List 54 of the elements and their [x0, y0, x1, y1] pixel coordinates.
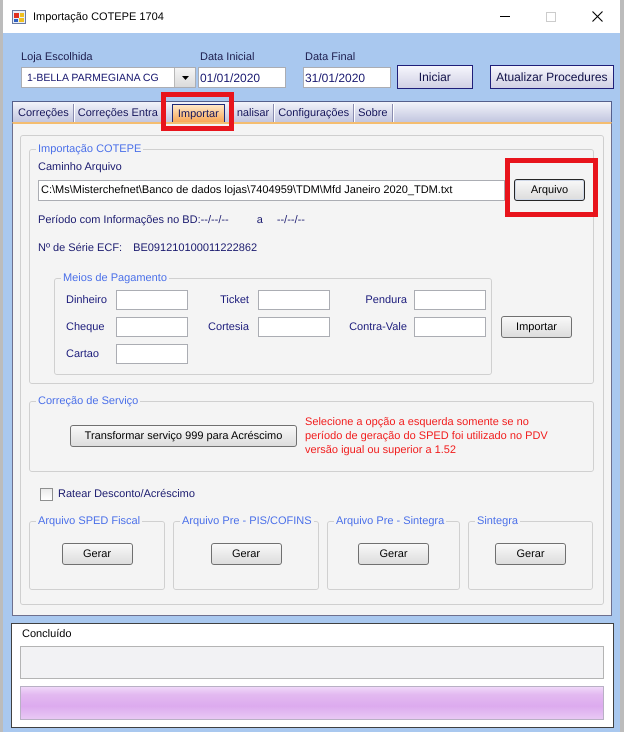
group-title: Arquivo Pre - PIS/COFINS — [181, 515, 313, 528]
period-label: Período com Informações no BD:--/--/-- — [38, 214, 229, 227]
store-dropdown[interactable]: 1-BELLA PARMEGIANA CG — [21, 67, 196, 88]
field-label: Ticket — [219, 294, 250, 306]
import-button[interactable]: Importar — [501, 316, 572, 338]
field-label: Data Inicial — [199, 50, 256, 64]
group-title: Arquivo SPED Fiscal — [37, 515, 142, 528]
amount-field[interactable] — [116, 317, 188, 337]
group-title: Meios de Pagamento — [62, 272, 168, 285]
amount-field[interactable] — [258, 290, 330, 310]
app-icon — [12, 10, 26, 24]
browse-file-button[interactable]: Arquivo — [514, 179, 585, 201]
group-title: Importação COTEPE — [37, 143, 142, 156]
amount-field[interactable] — [116, 290, 188, 310]
field-label: Pendura — [364, 294, 408, 306]
field-label: Caminho Arquivo — [38, 161, 122, 174]
field-label: Dinheiro — [66, 294, 108, 306]
amount-field[interactable] — [116, 344, 188, 364]
field-label: Loja Escolhida — [21, 50, 94, 64]
serial-label: Nº de Série ECF: — [38, 242, 122, 255]
window-title: Importação COTEPE 1704 — [33, 10, 164, 22]
warning-note: Selecione a opção a esquerda somente se no período de geração do SPED foi utilizado no PDV versão igual ou superior a 1.52 — [305, 415, 548, 457]
update-procedures-button[interactable]: Atualizar Procedures — [490, 65, 614, 89]
group-title: Arquivo Pre - Sintegra — [335, 515, 446, 528]
generate-button[interactable]: Gerar — [358, 543, 429, 565]
checkbox[interactable] — [40, 488, 53, 501]
period-end-value: --/--/-- — [276, 214, 305, 227]
status-label: Concluído — [22, 628, 72, 641]
serial-value: BE091210100011222862 — [133, 242, 258, 255]
amount-field[interactable] — [414, 290, 486, 310]
generate-button[interactable]: Gerar — [210, 543, 282, 565]
field-label: Data Final — [304, 50, 356, 64]
caret-icon — [182, 76, 188, 80]
start-button[interactable]: Iniciar — [397, 65, 473, 89]
file-path-field[interactable]: C:\Ms\Misterchefnet\Banco de dados lojas\7404959\TDM\Mfd Janeiro 2020_TDM.txt — [38, 180, 505, 200]
transform-service-button[interactable]: Transformar serviço 999 para Acréscimo — [70, 425, 297, 447]
field-label: Cortesia — [207, 321, 250, 333]
close-icon — [592, 11, 602, 22]
checkbox-label[interactable]: Ratear Desconto/Acréscimo — [58, 488, 195, 501]
amount-field[interactable] — [258, 317, 330, 337]
field-label: Contra-Vale — [348, 321, 408, 333]
group-title: Correção de Serviço — [37, 395, 140, 408]
field-label: Cartao — [66, 348, 100, 360]
field-label: Cheque — [66, 321, 106, 333]
tab[interactable]: Importar — [172, 104, 225, 122]
amount-field[interactable] — [414, 317, 486, 337]
period-separator: a — [256, 214, 263, 227]
end-date-field[interactable]: 31/01/2020 — [303, 67, 391, 88]
generate-button[interactable]: Gerar — [495, 543, 566, 565]
maximize-icon — [546, 12, 556, 22]
start-date-field[interactable]: 01/01/2020 — [198, 67, 286, 88]
minimize-icon — [500, 16, 510, 17]
generate-button[interactable]: Gerar — [62, 543, 132, 565]
group-title: Sintegra — [476, 515, 519, 528]
